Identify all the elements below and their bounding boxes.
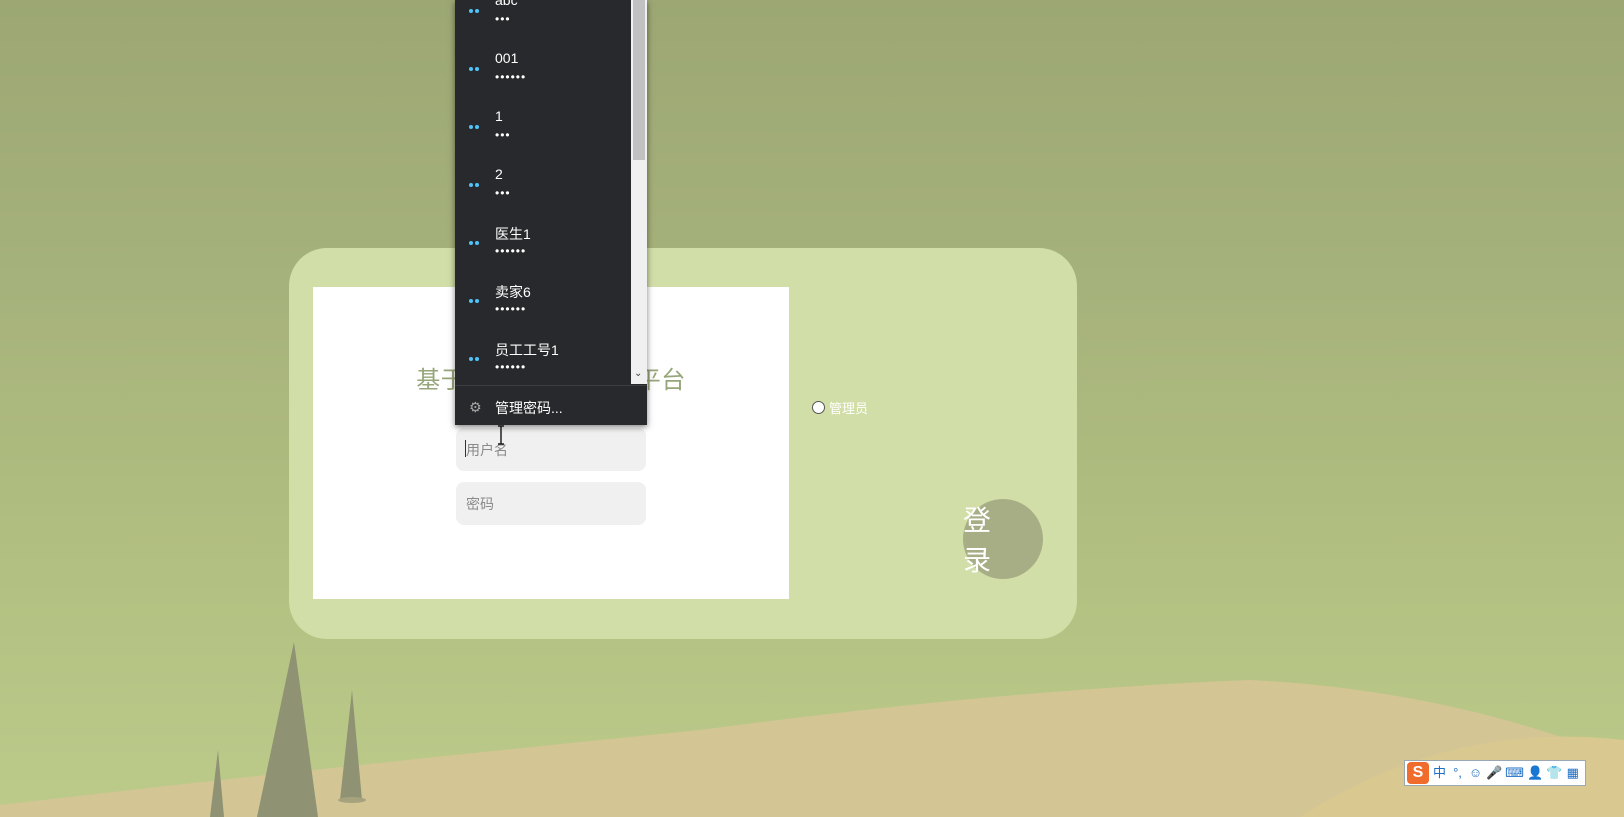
ime-toolbox-icon[interactable]: ▦ bbox=[1565, 763, 1580, 783]
ime-chinese-mode[interactable]: 中 bbox=[1432, 763, 1447, 783]
ime-user-icon[interactable]: 👤 bbox=[1527, 763, 1543, 783]
ime-skin-icon[interactable]: 👕 bbox=[1546, 763, 1562, 783]
tree-small bbox=[340, 690, 362, 800]
key-icon bbox=[469, 125, 483, 131]
saved-password-mask: •••••• bbox=[495, 360, 527, 374]
username-input[interactable] bbox=[456, 428, 646, 471]
role-admin-option[interactable]: 管理员 bbox=[812, 398, 868, 417]
ime-keyboard-icon[interactable]: ⌨ bbox=[1505, 763, 1524, 783]
key-icon bbox=[469, 357, 483, 363]
saved-credential[interactable]: 医生1 •••••• bbox=[455, 210, 630, 268]
saved-username: 员工工号1 bbox=[495, 342, 559, 358]
dropdown-scrollbar[interactable]: ⌄ bbox=[631, 0, 647, 384]
tree-large bbox=[257, 642, 318, 817]
scroll-down-arrow-icon[interactable]: ⌄ bbox=[634, 368, 642, 380]
saved-password-mask: •••••• bbox=[495, 302, 527, 316]
manage-passwords-item[interactable]: ⚙ 管理密码... bbox=[455, 385, 647, 426]
manage-passwords-label: 管理密码... bbox=[495, 400, 563, 416]
saved-passwords-list: abc ••• 001 •••••• 1 ••• 2 ••• 医生1 •••••… bbox=[455, 0, 630, 384]
key-icon bbox=[469, 241, 483, 247]
key-icon bbox=[469, 9, 483, 15]
gear-icon: ⚙ bbox=[469, 399, 482, 415]
ime-emoji-icon[interactable]: ☺ bbox=[1468, 763, 1483, 783]
saved-password-mask: •••••• bbox=[495, 244, 527, 258]
ime-microphone-icon[interactable]: 🎤 bbox=[1486, 763, 1502, 783]
text-caret bbox=[465, 440, 466, 457]
admin-radio[interactable] bbox=[812, 401, 825, 414]
saved-username: 卖家6 bbox=[495, 284, 531, 300]
saved-username: 2 bbox=[495, 166, 503, 182]
saved-password-mask: •••••• bbox=[495, 70, 527, 84]
login-button[interactable]: 登 录 bbox=[963, 499, 1043, 579]
ime-toolbar: S 中 °, ☺ 🎤 ⌨ 👤 👕 ▦ bbox=[1404, 760, 1586, 786]
saved-credential[interactable]: abc ••• bbox=[455, 0, 630, 36]
saved-username: 医生1 bbox=[495, 226, 531, 242]
text-cursor-icon bbox=[498, 425, 504, 445]
saved-username: 001 bbox=[495, 50, 519, 66]
saved-credential[interactable]: 2 ••• bbox=[455, 152, 630, 210]
password-input[interactable] bbox=[456, 482, 646, 525]
saved-credential[interactable]: 001 •••••• bbox=[455, 36, 630, 94]
saved-password-mask: ••• bbox=[495, 12, 511, 26]
saved-credential[interactable]: 1 ••• bbox=[455, 94, 630, 152]
admin-radio-label: 管理员 bbox=[829, 401, 869, 416]
saved-username: 1 bbox=[495, 108, 503, 124]
scrollbar-thumb[interactable] bbox=[633, 0, 645, 160]
saved-password-mask: ••• bbox=[495, 128, 511, 142]
saved-credential[interactable]: 卖家6 •••••• bbox=[455, 268, 630, 326]
saved-username: abc bbox=[495, 0, 518, 8]
ime-punctuation-icon[interactable]: °, bbox=[1450, 763, 1465, 783]
saved-password-mask: ••• bbox=[495, 186, 511, 200]
key-icon bbox=[469, 67, 483, 73]
key-icon bbox=[469, 299, 483, 305]
key-icon bbox=[469, 183, 483, 189]
sogou-logo-icon[interactable]: S bbox=[1407, 762, 1429, 784]
saved-passwords-dropdown: abc ••• 001 •••••• 1 ••• 2 ••• 医生1 •••••… bbox=[455, 0, 647, 425]
saved-credential[interactable]: 员工工号1 •••••• bbox=[455, 326, 630, 384]
